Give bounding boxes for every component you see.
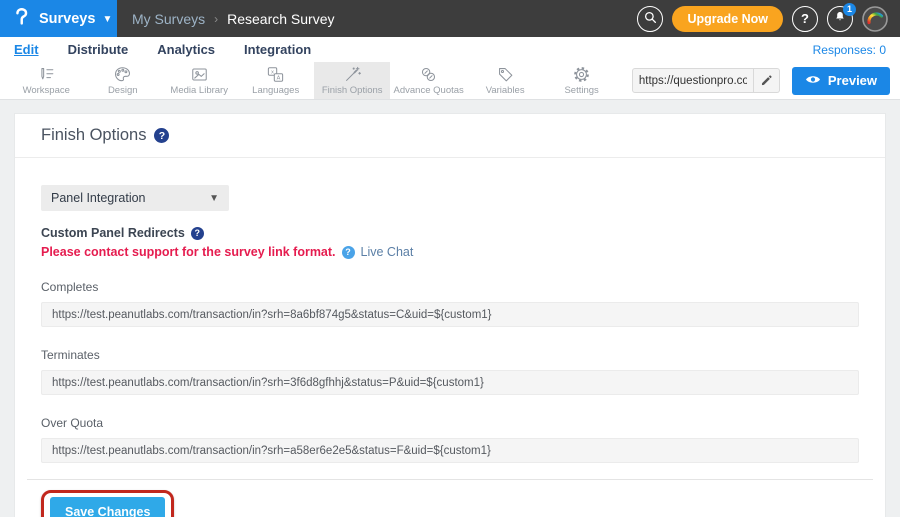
divider (27, 479, 873, 480)
svg-text:A: A (277, 75, 281, 81)
over-quota-label: Over Quota (41, 416, 859, 430)
tab-analytics[interactable]: Analytics (157, 42, 215, 57)
panel-integration-value: Panel Integration (51, 191, 146, 205)
upgrade-now-button[interactable]: Upgrade Now (672, 6, 783, 32)
tab-distribute[interactable]: Distribute (68, 42, 129, 57)
finish-options-card: Finish Options ? Panel Integration ▼ Cus… (14, 113, 886, 517)
section-heading: Custom Panel Redirects (41, 226, 185, 240)
breadcrumb-separator: › (214, 12, 218, 26)
chevron-down-icon: ▼ (102, 14, 112, 25)
search-button[interactable] (637, 6, 663, 32)
product-switcher[interactable]: Surveys ▼ (0, 0, 117, 37)
toolbar-item-finish-options[interactable]: Finish Options (314, 62, 390, 99)
toolbar-item-languages[interactable]: xA Languages (237, 62, 313, 99)
product-name: Surveys (39, 11, 95, 27)
preview-button[interactable]: Preview (792, 67, 890, 95)
survey-subnav: Edit Distribute Analytics Integration Re… (0, 37, 900, 62)
annotation-highlight-ring: Save Changes (41, 490, 174, 517)
support-notice: Please contact support for the survey li… (41, 245, 336, 259)
card-body: Panel Integration ▼ Custom Panel Redirec… (15, 158, 885, 517)
finish-options-help-icon[interactable]: ? (154, 128, 169, 143)
avatar[interactable] (862, 6, 888, 32)
terminates-label: Terminates (41, 348, 859, 362)
custom-panel-redirects-help-icon[interactable]: ? (191, 227, 204, 240)
support-notice-row: Please contact support for the survey li… (41, 245, 859, 259)
breadcrumb-my-surveys[interactable]: My Surveys (132, 11, 205, 27)
save-changes-button[interactable]: Save Changes (50, 497, 165, 517)
toolbar-item-workspace[interactable]: Workspace (8, 62, 84, 99)
toolbar-item-variables[interactable]: Variables (467, 62, 543, 99)
finish-options-icon (343, 65, 362, 84)
survey-url-input[interactable] (632, 68, 754, 93)
survey-url-group (632, 62, 780, 99)
terminates-input[interactable] (41, 370, 859, 395)
questionpro-logo-icon (12, 5, 32, 32)
svg-text:x: x (271, 69, 274, 75)
card-header: Finish Options ? (15, 114, 885, 158)
over-quota-input[interactable] (41, 438, 859, 463)
tab-integration[interactable]: Integration (244, 42, 311, 57)
breadcrumb-current-survey: Research Survey (227, 11, 334, 27)
tab-edit[interactable]: Edit (14, 42, 39, 57)
completes-label: Completes (41, 280, 859, 294)
page-title: Finish Options (41, 126, 146, 145)
live-chat-link[interactable]: Live Chat (361, 245, 414, 259)
eye-icon (805, 73, 821, 88)
search-icon (643, 10, 658, 28)
toolbar-item-advance-quotas[interactable]: Advance Quotas (390, 62, 466, 99)
pencil-icon (760, 74, 773, 87)
notifications-button[interactable]: 1 (827, 6, 853, 32)
variables-icon (496, 65, 515, 84)
question-mark-icon: ? (801, 11, 809, 26)
advance-quotas-icon (419, 65, 438, 84)
chevron-down-icon: ▼ (209, 193, 219, 204)
settings-icon (572, 65, 591, 84)
help-button[interactable]: ? (792, 6, 818, 32)
topbar: Surveys ▼ My Surveys › Research Survey U… (0, 0, 900, 37)
edit-url-button[interactable] (754, 68, 780, 93)
toolbar-item-media-library[interactable]: Media Library (161, 62, 237, 99)
completes-input[interactable] (41, 302, 859, 327)
toolbar-item-design[interactable]: Design (84, 62, 160, 99)
media-library-icon (190, 65, 209, 84)
responses-count[interactable]: Responses: 0 (813, 43, 886, 57)
custom-panel-redirects-row: Custom Panel Redirects ? (41, 226, 859, 240)
design-icon (113, 65, 132, 84)
panel-integration-dropdown[interactable]: Panel Integration ▼ (41, 185, 229, 211)
topbar-actions: Upgrade Now ? 1 (637, 0, 900, 37)
edit-toolbar: Workspace Design Media Library xA Langua… (0, 62, 900, 100)
toolbar-item-settings[interactable]: Settings (543, 62, 619, 99)
live-chat-help-icon[interactable]: ? (342, 246, 355, 259)
breadcrumb: My Surveys › Research Survey (117, 0, 335, 37)
workspace-icon (37, 65, 56, 84)
main-content: Finish Options ? Panel Integration ▼ Cus… (0, 100, 900, 517)
languages-icon: xA (266, 65, 285, 84)
notification-badge: 1 (843, 3, 856, 16)
